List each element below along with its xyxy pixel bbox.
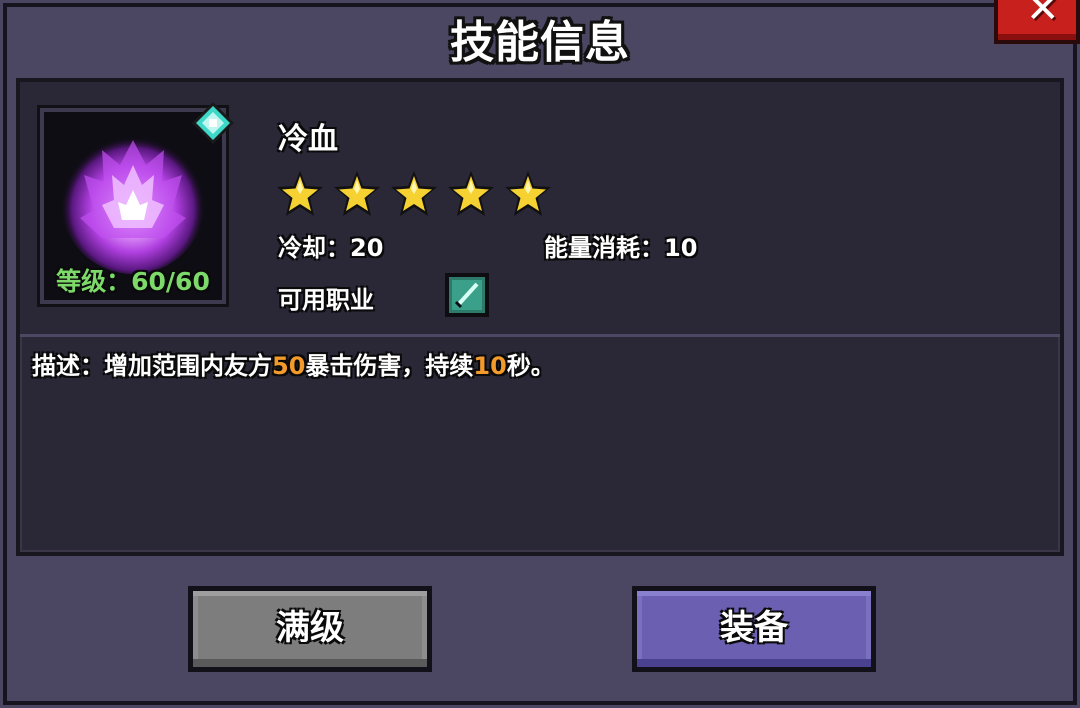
star-icon <box>334 171 380 216</box>
star-rating <box>276 170 561 218</box>
star-icon <box>391 171 437 216</box>
desc-prefix: 描述：增加范围内友方 <box>32 352 272 380</box>
close-button[interactable]: ✕ <box>994 0 1080 44</box>
desc-suffix: 秒。 <box>506 352 555 380</box>
skill-detail-panel: 等级：60/60 冷血 冷却：20 能量消耗：10 可用职业 描述：增加范围内友… <box>16 78 1064 556</box>
star-icon <box>505 171 551 216</box>
skill-level-text: 等级：60/60 <box>56 267 210 296</box>
equip-button[interactable]: 装备 <box>632 586 876 672</box>
skill-description: 描述：增加范围内友方50暴击伤害，持续10秒。 <box>32 346 555 381</box>
cyan-gem-icon <box>192 102 234 144</box>
sword-class-icon[interactable] <box>444 272 490 318</box>
close-x-icon: ✕ <box>1026 0 1060 32</box>
star-icon <box>277 171 323 216</box>
skill-info-dialog: 技能信息 ✕ 等级：60/60 冷血 冷却：20 能量消耗：10 可用职业 描述… <box>0 0 1080 708</box>
star-icon <box>448 171 494 216</box>
skill-name: 冷血 <box>278 122 338 157</box>
dialog-title: 技能信息 <box>450 17 630 68</box>
skill-header-section: 等级：60/60 冷血 冷却：20 能量消耗：10 可用职业 <box>20 82 1060 337</box>
purple-flame-icon <box>61 130 205 274</box>
energy-cost-stat: 能量消耗：10 <box>544 234 698 262</box>
desc-value-crit: 50 <box>272 352 306 380</box>
desc-middle: 暴击伤害，持续 <box>305 352 474 380</box>
desc-value-duration: 10 <box>473 352 507 380</box>
available-class-label: 可用职业 <box>278 286 374 314</box>
cooldown-stat: 冷却：20 <box>278 234 384 262</box>
max-level-button[interactable]: 满级 <box>188 586 432 672</box>
